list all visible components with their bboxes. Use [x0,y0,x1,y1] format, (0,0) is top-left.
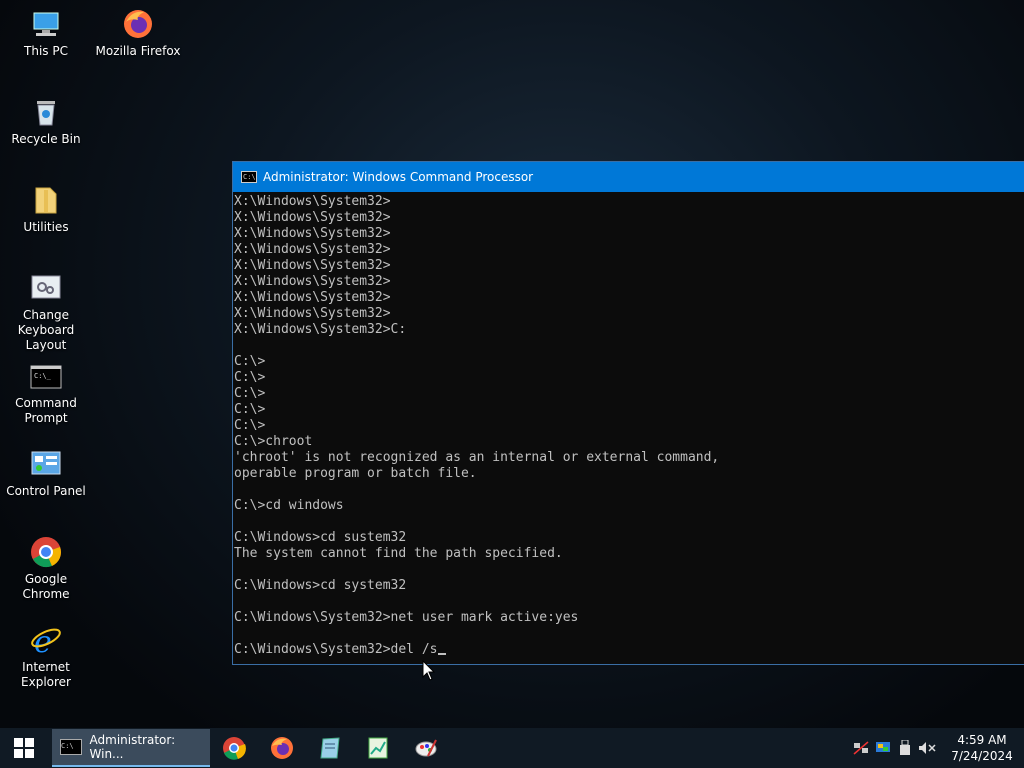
console-line: The system cannot find the path specifie… [234,546,563,561]
desktop-icon-firefox[interactable]: Mozilla Firefox [92,2,184,59]
system-tray: 4:59 AM 7/24/2024 [850,728,1024,768]
folder-icon [30,184,62,216]
desktop-icon-label: This PC [24,44,68,58]
desktop-icon-label: Mozilla Firefox [95,44,181,58]
window-title: Administrator: Windows Command Processor [263,170,534,184]
taskbar-pin-spreadsheet[interactable] [354,728,402,768]
console-line: C:\> [234,370,266,385]
spreadsheet-icon [368,737,388,759]
taskbar-item-label: Administrator: Win... [89,733,176,761]
desktop-icon-label: Google Chrome [22,572,70,601]
desktop-icon-label: Internet Explorer [21,660,71,689]
desktop-icon-this-pc[interactable]: This PC [0,2,92,59]
console-line: C:\> [234,386,266,401]
console-line: X:\Windows\System32> [234,194,391,209]
desktop-icon-label: Utilities [23,220,69,234]
desktop-icon-label: Change Keyboard Layout [17,308,75,352]
recycle-bin-icon [30,96,62,128]
internet-explorer-icon: e [30,624,62,660]
console-line: 'chroot' is not recognized as an interna… [234,450,720,465]
console-line: C:\> [234,354,266,369]
console-line: C:\Windows>cd sustem32 [234,530,407,545]
display-icon[interactable] [872,741,894,755]
desktop-icon-command-prompt[interactable]: C:\_ Command Prompt [0,354,92,426]
firefox-icon [271,737,293,759]
taskbar-item-command-prompt[interactable]: C:\ Administrator: Win... [52,729,210,767]
usb-device-icon[interactable] [894,740,916,756]
chrome-icon [30,536,62,568]
console-line: C:\Windows\System32>net user mark active… [234,610,579,625]
chrome-icon [223,737,246,760]
taskbar-pin-firefox[interactable] [258,728,306,768]
text-cursor [437,653,446,655]
desktop-icon-control-panel[interactable]: Control Panel [0,442,92,499]
keyboard-settings-icon [30,272,62,304]
command-prompt-icon: C:\ [60,739,82,755]
desktop-icon-recycle-bin[interactable]: Recycle Bin [0,90,92,147]
desktop-icon-label: Recycle Bin [11,132,81,146]
console-line: C:\> [234,418,266,433]
clock-date: 7/24/2024 [951,749,1013,763]
mouse-pointer-icon [422,659,436,686]
svg-text:C:\_: C:\_ [34,372,52,380]
command-prompt-icon: C:\_ [30,360,62,392]
firefox-icon [122,8,154,40]
start-button[interactable] [0,728,48,768]
paint-icon [415,739,437,757]
taskbar-pin-notepad[interactable] [306,728,354,768]
taskbar: C:\ Administrator: Win... 4:59 AM 7/24/2… [0,728,1024,768]
console-line: X:\Windows\System32> [234,210,391,225]
desktop-icon-label: Command Prompt [15,396,77,425]
console-line: C:\Windows\System32>del /s [234,642,1024,658]
clock-time: 4:59 AM [957,733,1007,747]
console-line: X:\Windows\System32> [234,242,391,257]
taskbar-clock[interactable]: 4:59 AM 7/24/2024 [944,732,1020,764]
console-line: X:\Windows\System32> [234,226,391,241]
desktop-icon-label: Control Panel [6,484,86,498]
console-line: operable program or batch file. [234,466,477,481]
console-line: C:\>cd windows [234,498,344,513]
control-panel-icon [30,448,62,480]
taskbar-pin-chrome[interactable] [210,728,258,768]
console-line: X:\Windows\System32> [234,274,391,289]
command-prompt-window[interactable]: C:\ Administrator: Windows Command Proce… [232,161,1024,665]
network-settings-icon[interactable] [850,741,872,755]
desktop-icon-utilities[interactable]: Utilities [0,178,92,235]
notepad-icon [320,737,340,759]
console-line: X:\Windows\System32> [234,306,391,321]
desktop-icon-internet-explorer[interactable]: e Internet Explorer [0,618,92,690]
console-line: X:\Windows\System32> [234,290,391,305]
volume-muted-icon[interactable] [916,741,938,755]
taskbar-pin-paint[interactable] [402,728,450,768]
computer-icon [30,8,62,40]
desktop-icon-google-chrome[interactable]: Google Chrome [0,530,92,602]
desktop-icon-change-keyboard-layout[interactable]: Change Keyboard Layout [0,266,92,353]
console-line: C:\> [234,402,266,417]
windows-logo-icon [14,738,34,758]
console-line: X:\Windows\System32> [234,258,391,273]
console-line: C:\>chroot [234,434,313,449]
console-line: C:\Windows>cd system32 [234,578,407,593]
command-prompt-icon: C:\ [241,171,257,183]
window-titlebar[interactable]: C:\ Administrator: Windows Command Proce… [233,162,1024,192]
console-output[interactable]: X:\Windows\System32> X:\Windows\System32>… [233,192,1024,658]
console-line: X:\Windows\System32>C: [234,322,407,337]
